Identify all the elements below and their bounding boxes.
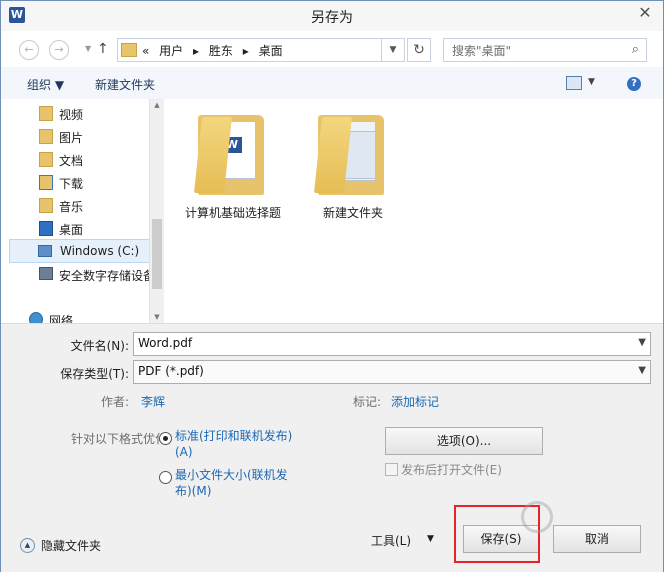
video-folder-icon <box>39 106 53 121</box>
sidebar-item-videos[interactable]: 视频 <box>1 102 149 124</box>
author-label: 作者: <box>100 395 129 409</box>
collapse-icon[interactable]: ▲ <box>20 538 35 553</box>
search-placeholder: 搜索"桌面" <box>452 44 512 58</box>
title-bar: W 另存为 ✕ <box>1 1 663 31</box>
filename-label: 文件名(N): <box>70 339 129 353</box>
file-name: 新建文件夹 <box>322 206 383 220</box>
organize-menu[interactable]: 组织 ▼ <box>27 76 64 93</box>
sidebar-item-sd-card[interactable]: 安全数字存储设备 <box>1 263 149 285</box>
sidebar-item-label: Windows (C:) <box>60 244 140 258</box>
file-name: 计算机基础选择题 <box>184 206 281 220</box>
sd-card-icon <box>39 267 53 280</box>
help-icon[interactable]: ? <box>627 77 641 91</box>
search-input[interactable]: 搜索"桌面" ⌕ <box>443 38 647 62</box>
navigation-scrollbar[interactable]: ▲ ▼ <box>149 99 164 323</box>
sidebar-item-label: 下载 <box>59 177 84 191</box>
command-bar: 组织 ▼ 新建文件夹 ▼ <box>1 67 663 100</box>
sidebar-item-music[interactable]: 音乐 <box>1 194 149 216</box>
network-icon <box>29 312 43 323</box>
sidebar-item-label: 网络 <box>49 314 74 323</box>
sidebar-item-label: 视频 <box>59 108 84 122</box>
sidebar-item-desktop[interactable]: 桌面 <box>1 217 149 239</box>
breadcrumb-separator[interactable]: ▸ <box>243 44 249 58</box>
open-after-publish-label: 发布后打开文件(E) <box>401 463 502 477</box>
word-folder-icon: W <box>192 107 272 195</box>
breadcrumb-user[interactable]: 胜东 <box>209 44 233 58</box>
tags-label: 标记: <box>352 395 381 409</box>
downloads-folder-icon <box>39 175 53 190</box>
option-minimum-label[interactable]: 最小文件大小(联机发 布)(M) <box>175 467 288 499</box>
tools-menu[interactable]: 工具(L) <box>371 532 411 549</box>
music-folder-icon <box>39 198 53 213</box>
refresh-button[interactable]: ↻ <box>407 38 431 62</box>
navigation-bar: ← → ▼ ↑ « 用户 ▸ 胜东 ▸ 桌面 ▼ ↻ 搜索"桌面" ⌕ <box>1 31 663 67</box>
search-icon: ⌕ <box>631 42 639 57</box>
save-type-value: PDF (*.pdf) <box>138 364 204 378</box>
radio-minimum-size[interactable] <box>159 471 172 484</box>
options-button[interactable]: 选项(O)... <box>385 427 543 455</box>
save-type-select[interactable]: PDF (*.pdf) ▼ <box>133 360 651 384</box>
author-value[interactable]: 李辉 <box>141 393 165 410</box>
sidebar-item-label: 音乐 <box>59 200 84 214</box>
breadcrumb-separator[interactable]: ▸ <box>193 44 199 58</box>
sidebar-item-downloads[interactable]: 下载 <box>1 171 149 193</box>
optimize-label: 针对以下格式优化: <box>70 432 171 446</box>
drive-icon <box>38 245 52 257</box>
save-type-label: 保存类型(T): <box>60 367 129 381</box>
hide-folders-button[interactable]: 隐藏文件夹 <box>41 537 101 554</box>
chevron-down-icon[interactable]: ▼ <box>638 365 646 376</box>
breadcrumb-desktop[interactable]: 桌面 <box>259 44 283 58</box>
close-button[interactable]: ✕ <box>633 3 657 23</box>
option-standard-label[interactable]: 标准(打印和联机发布) (A) <box>175 428 292 460</box>
view-dropdown[interactable]: ▼ <box>588 77 595 87</box>
forward-button[interactable]: → <box>49 40 69 60</box>
sidebar-item-label: 图片 <box>59 131 84 145</box>
add-tags-link[interactable]: 添加标记 <box>391 393 439 410</box>
open-after-publish-checkbox[interactable] <box>385 463 398 476</box>
sidebar-item-label: 安全数字存储设备 <box>59 269 149 283</box>
radio-standard[interactable] <box>159 432 172 445</box>
sidebar-item-windows-drive[interactable]: Windows (C:) <box>9 239 149 263</box>
breadcrumb-overflow[interactable]: « <box>142 44 149 58</box>
chevron-down-icon[interactable]: ▼ <box>638 337 646 348</box>
pictures-folder-icon <box>39 129 53 144</box>
sidebar-item-label: 文档 <box>59 154 84 168</box>
tools-dropdown-icon[interactable]: ▼ <box>427 534 434 544</box>
view-icon[interactable] <box>566 76 582 90</box>
breadcrumb: « 用户 ▸ 胜东 ▸ 桌面 <box>142 42 289 59</box>
folder-icon <box>121 43 137 57</box>
back-button[interactable]: ← <box>19 40 39 60</box>
dialog-title: 另存为 <box>311 10 353 26</box>
sidebar-item-network[interactable]: 网络 <box>1 308 149 323</box>
desktop-folder-icon <box>39 221 53 236</box>
watermark-logo <box>521 501 553 533</box>
file-list: W 计算机基础选择题 新建文件夹 <box>164 99 663 323</box>
address-bar[interactable]: « 用户 ▸ 胜东 ▸ 桌面 <box>117 38 405 62</box>
breadcrumb-users[interactable]: 用户 <box>159 44 183 58</box>
scroll-up-icon[interactable]: ▲ <box>150 101 164 109</box>
filename-input[interactable]: Word.pdf ▼ <box>133 332 651 356</box>
scrollbar-thumb[interactable] <box>152 219 162 289</box>
folder-icon <box>312 107 392 195</box>
filename-value: Word.pdf <box>138 336 193 350</box>
sidebar-item-pictures[interactable]: 图片 <box>1 125 149 147</box>
new-folder-button[interactable]: 新建文件夹 <box>95 76 155 93</box>
cancel-button[interactable]: 取消 <box>553 525 641 553</box>
recent-locations-dropdown[interactable]: ▼ <box>85 44 91 53</box>
documents-folder-icon <box>39 152 53 167</box>
sidebar-item-label: 桌面 <box>59 223 84 237</box>
save-options-panel: 文件名(N): Word.pdf ▼ 保存类型(T): PDF (*.pdf) … <box>1 323 663 572</box>
up-button[interactable]: ↑ <box>97 41 109 57</box>
save-as-dialog: W 另存为 ✕ ← → ▼ ↑ « 用户 ▸ 胜东 ▸ 桌面 ▼ ↻ 搜索"桌面… <box>0 0 664 572</box>
scroll-down-icon[interactable]: ▼ <box>150 313 164 321</box>
navigation-pane: 视频 图片 文档 下载 音乐 桌面 Windows (C:) 安全数字存储设备 <box>1 99 149 323</box>
sidebar-item-documents[interactable]: 文档 <box>1 148 149 170</box>
address-dropdown[interactable]: ▼ <box>381 38 405 62</box>
